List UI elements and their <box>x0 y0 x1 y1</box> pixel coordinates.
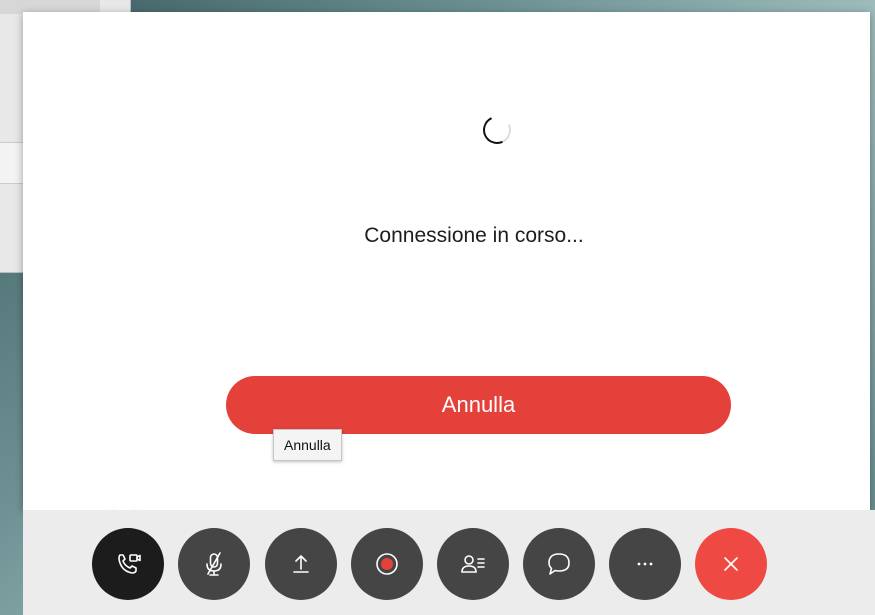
upload-icon <box>293 555 309 573</box>
ellipsis-icon <box>637 562 653 566</box>
connection-status-text: Connessione in corso... <box>364 224 584 247</box>
share-button[interactable] <box>265 528 337 600</box>
video-connection-button[interactable] <box>92 528 164 600</box>
chat-button[interactable] <box>523 528 595 600</box>
mute-button[interactable] <box>178 528 250 600</box>
close-icon <box>724 557 738 571</box>
chat-bubble-icon <box>548 553 570 575</box>
phone-video-icon <box>118 554 141 574</box>
participants-button[interactable] <box>437 528 509 600</box>
record-button[interactable] <box>351 528 423 600</box>
participants-icon <box>461 555 485 573</box>
more-options-button[interactable] <box>609 528 681 600</box>
microphone-muted-icon <box>206 552 222 576</box>
cancel-tooltip: Annulla <box>273 429 342 461</box>
loading-spinner-icon <box>479 112 515 148</box>
leave-meeting-button[interactable] <box>695 528 767 600</box>
record-icon <box>376 553 398 575</box>
connecting-dialog: Connessione in corso... Annulla Annulla <box>23 12 870 510</box>
cancel-button[interactable]: Annulla <box>226 376 731 434</box>
